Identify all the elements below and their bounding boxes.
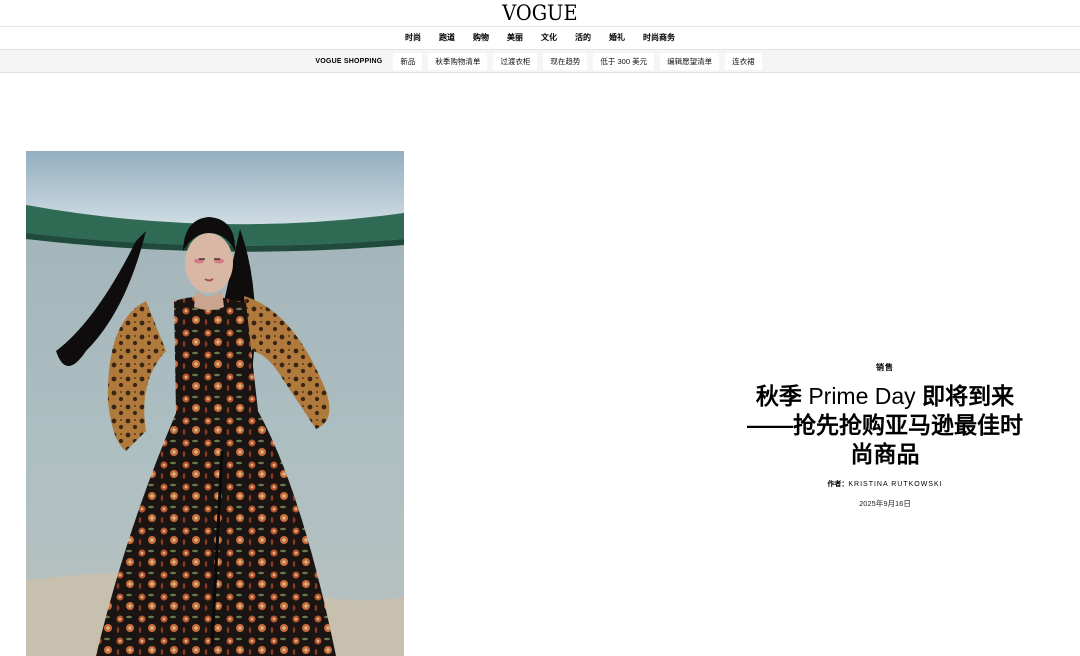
author-name[interactable]: KRISTINA RUTKOWSKI — [848, 481, 942, 488]
shopping-bar: VOGUE SHOPPING 新品 秋季购物清单 过渡衣柜 现在趋势 低于 30… — [0, 50, 1080, 73]
nav-item-business[interactable]: 时尚商务 — [634, 27, 684, 49]
publish-date: 2025年9月16日 — [859, 499, 911, 508]
masthead: VOGUE — [0, 0, 1080, 27]
shop-chip-fall-list[interactable]: 秋季购物清单 — [428, 52, 488, 70]
headline-prefix: 秋季 — [755, 383, 802, 409]
nav-item-shopping[interactable]: 购物 — [464, 27, 498, 49]
nav-item-culture[interactable]: 文化 — [532, 27, 566, 49]
hero-image[interactable] — [26, 151, 404, 656]
shopping-label[interactable]: VOGUE SHOPPING — [315, 58, 382, 65]
nav-item-fashion[interactable]: 时尚 — [396, 27, 430, 49]
article-teaser: 销售 秋季 Prime Day 即将到来——抢先抢购亚马逊最佳时尚商品 作者：K… — [740, 362, 1030, 509]
shop-chip-wishlist[interactable]: 编辑愿望清单 — [660, 52, 720, 70]
vogue-logo[interactable]: VOGUE — [502, 0, 577, 25]
article-byline: 作者：KRISTINA RUTKOWSKI — [740, 480, 1030, 490]
shop-chip-new[interactable]: 新品 — [393, 52, 423, 70]
headline-brand: Prime Day — [808, 383, 916, 409]
article-headline[interactable]: 秋季 Prime Day 即将到来——抢先抢购亚马逊最佳时尚商品 — [740, 382, 1030, 469]
shop-chip-dresses[interactable]: 连衣裙 — [725, 52, 762, 70]
byline-label: 作者： — [827, 481, 849, 488]
main-nav: 时尚 跑道 购物 美丽 文化 活的 婚礼 时尚商务 — [0, 27, 1080, 50]
shop-chip-under-300[interactable]: 低于 300 美元 — [593, 52, 655, 70]
nav-item-beauty[interactable]: 美丽 — [498, 27, 532, 49]
nav-item-living[interactable]: 活的 — [566, 27, 600, 49]
shop-chip-trends[interactable]: 现在趋势 — [543, 52, 588, 70]
nav-item-weddings[interactable]: 婚礼 — [600, 27, 634, 49]
article-category[interactable]: 销售 — [740, 362, 1030, 374]
nav-item-runway[interactable]: 跑道 — [430, 27, 464, 49]
shop-chip-transition[interactable]: 过渡衣柜 — [493, 52, 538, 70]
